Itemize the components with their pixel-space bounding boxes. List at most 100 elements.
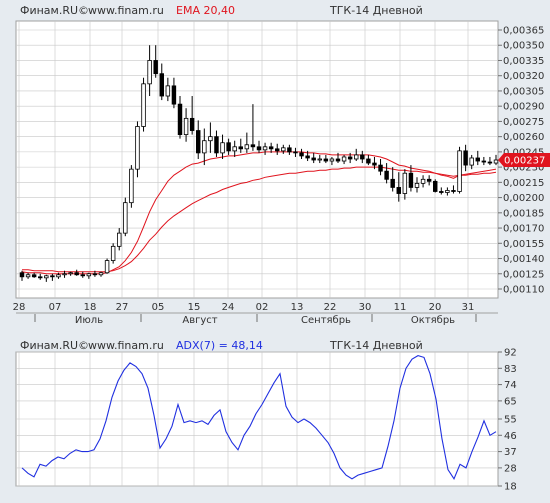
main-y-tick-label: 0,00170 [503, 224, 544, 235]
candle-up [202, 140, 207, 154]
candle-up [420, 178, 426, 184]
candle-up [117, 232, 122, 247]
last-price-tag: 0,00237 [498, 153, 550, 168]
main-plot-area [15, 20, 499, 299]
candle-up [44, 275, 49, 279]
x-day-tick-label: 30 [359, 302, 372, 313]
main-y-tick-label: 0,00275 [503, 117, 544, 128]
candle-down [171, 85, 177, 105]
main-y-tick-label: 0,00110 [503, 285, 544, 296]
adx-header-indicator: ADX(7) = 48,14 [176, 339, 263, 352]
x-day-tick-label: 28 [13, 302, 26, 313]
candle-down [189, 117, 195, 131]
adx-header-brand: Финам.RU© [20, 339, 89, 352]
main-y-tick-label: 0,00215 [503, 178, 544, 189]
candle-up [329, 158, 335, 162]
x-day-tick-label: 20 [429, 302, 442, 313]
candle-down [299, 152, 304, 157]
adx-y-tick-label: 92 [504, 348, 517, 359]
candle-up [469, 157, 474, 166]
candle-down [268, 146, 274, 150]
candle-up [457, 150, 462, 192]
candle-up [141, 83, 146, 127]
x-day-tick-label: 05 [152, 302, 165, 313]
x-day-tick-label: 31 [462, 302, 475, 313]
x-day-tick-label: 02 [256, 302, 269, 313]
candle-down [475, 157, 480, 162]
candle-down [372, 162, 377, 166]
x-month-label: Октябрь [411, 315, 455, 326]
candle-up [281, 147, 286, 152]
candle-up [232, 146, 237, 152]
candle-up [165, 85, 171, 97]
candle-down [226, 142, 231, 152]
main-y-tick-label: 0,00320 [503, 71, 544, 82]
candle-up [123, 202, 128, 234]
main-y-tick-label: 0,00155 [503, 239, 544, 250]
candle-down [396, 187, 401, 194]
candle-down [287, 147, 292, 153]
chart-svg: Финам.RU© www.finam.ru EMA 20,40 ТГК-14 … [0, 0, 550, 499]
candle-up [341, 156, 347, 162]
main-header-brand: Финам.RU© [20, 4, 89, 17]
candle-down [439, 191, 444, 193]
candle-up [86, 273, 92, 277]
candle-up [317, 158, 322, 161]
candle-up [110, 245, 116, 261]
x-day-tick-label: 27 [116, 302, 129, 313]
candle-down [335, 158, 341, 162]
candle-up [25, 274, 31, 278]
candle-down [19, 272, 25, 278]
candle-up [220, 142, 225, 154]
candle-down [196, 130, 201, 154]
candle-down [390, 178, 395, 188]
candle-down [153, 60, 158, 75]
candle-down [305, 155, 310, 159]
adx-y-tick-label: 28 [504, 463, 517, 474]
candle-down [293, 151, 298, 154]
adx-y-tick-label: 46 [504, 431, 517, 442]
candle-down [408, 172, 414, 188]
candle-down [92, 273, 98, 276]
candle-down [311, 157, 316, 161]
x-month-label: Август [182, 315, 217, 326]
candle-up [244, 144, 250, 150]
candle-up [183, 117, 189, 136]
candle-down [366, 158, 371, 164]
x-month-label: Сентябрь [301, 315, 351, 326]
candle-down [159, 73, 164, 97]
adx-panel-header: Финам.RU© www.finam.ru ADX(7) = 48,14 ТГ… [20, 339, 423, 352]
candle-up [129, 168, 134, 204]
main-header-indicator: EMA 20,40 [176, 4, 235, 17]
candle-up [493, 159, 499, 164]
adx-y-tick-label: 83 [504, 364, 517, 375]
candle-down [426, 178, 432, 182]
main-y-tick-label: 0,00305 [503, 86, 544, 97]
main-y-tick-label: 0,00260 [503, 132, 544, 143]
x-day-tick-label: 15 [188, 302, 201, 313]
main-y-tick-label: 0,00140 [503, 254, 544, 265]
candle-up [354, 154, 359, 160]
x-day-tick-label: 22 [324, 302, 337, 313]
candle-up [56, 274, 61, 278]
chart-window: Финам.RU© www.finam.ru EMA 20,40 ТГК-14 … [0, 0, 550, 499]
x-day-tick-label: 13 [291, 302, 304, 313]
main-y-tick-label: 0,00125 [503, 269, 544, 280]
candle-up [445, 190, 450, 193]
candle-up [98, 272, 104, 276]
candle-up [147, 60, 152, 85]
main-y-tick-label: 0,00365 [503, 26, 544, 37]
candle-up [208, 136, 213, 142]
candle-down [50, 275, 55, 278]
adx-y-tick-label: 18 [504, 482, 517, 493]
main-y-tick-label: 0,00350 [503, 41, 544, 52]
adx-y-tick-label: 65 [504, 396, 517, 407]
candle-down [256, 146, 262, 151]
main-y-tick-label: 0,00290 [503, 102, 544, 113]
candle-down [451, 190, 456, 192]
candle-down [481, 160, 487, 163]
candle-down [360, 154, 365, 160]
candle-down [38, 276, 43, 279]
candle-down [384, 170, 389, 180]
candle-up [414, 182, 420, 188]
